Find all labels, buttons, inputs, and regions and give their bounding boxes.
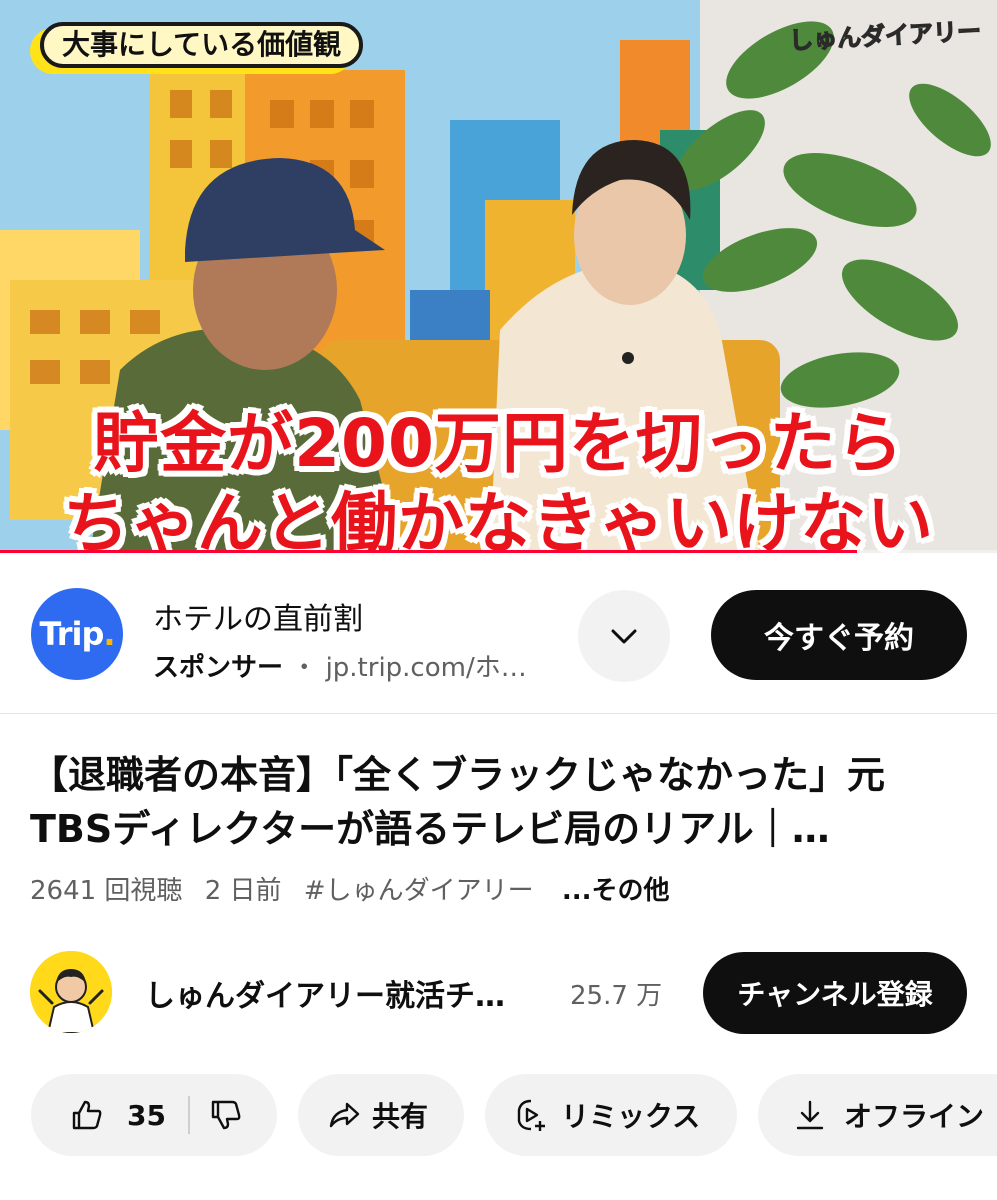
remix-label: リミックス	[561, 1100, 701, 1133]
video-caption-line2: ちゃんと働かなきゃいけない	[63, 485, 934, 553]
subscriber-count: 25.7 万	[570, 981, 663, 1011]
chevron-down-icon	[611, 629, 637, 644]
offline-label: オフライン	[844, 1100, 985, 1133]
topic-tag: 大事にしている価値観	[40, 22, 364, 68]
like-button[interactable]	[67, 1095, 107, 1135]
share-label: 共有	[372, 1100, 429, 1133]
remix-button[interactable]: リミックス	[485, 1074, 737, 1156]
view-count: 2641 回視聴	[30, 876, 183, 906]
advertiser-logo-dot: .	[103, 615, 115, 653]
ad-meta: スポンサー ・ jp.trip.com/ホ…	[153, 647, 527, 684]
thumbs-down-icon	[211, 1100, 241, 1130]
channel-avatar[interactable]	[30, 951, 112, 1033]
channel-name[interactable]: しゅんダイアリー就活チ…	[145, 971, 505, 1015]
channel-avatar-illustration	[30, 951, 112, 1033]
download-button[interactable]: オフライン	[758, 1074, 997, 1156]
like-dislike-chip: 35	[31, 1074, 277, 1156]
book-now-button[interactable]: 今すぐ予約	[711, 590, 967, 680]
video-player[interactable]: 大事にしている価値観 しゅんダイアリー 貯金が200万円を切ったら ちゃんと働か…	[0, 0, 997, 553]
ad-title[interactable]: ホテルの直前割	[153, 594, 363, 638]
upload-age: 2 日前	[204, 876, 282, 906]
like-divider	[187, 1096, 190, 1134]
sponsor-label: スポンサー	[153, 653, 284, 683]
remix-icon	[511, 1095, 551, 1135]
video-title[interactable]: 【退職者の本音】「全くブラックじゃなかった」元 TBSディレクターが語るテレビ局…	[30, 748, 960, 856]
like-count: 35	[127, 1098, 166, 1132]
progress-bar[interactable]	[0, 550, 997, 553]
share-icon	[324, 1095, 364, 1135]
dislike-button[interactable]	[206, 1095, 246, 1135]
video-title-line2: TBSディレクターが語るテレビ局のリアル｜…	[30, 807, 830, 851]
more-link[interactable]: ...その他	[562, 876, 670, 906]
ad-meta-separator: ・	[291, 653, 318, 683]
ad-expand-button[interactable]	[578, 590, 670, 682]
video-title-line1: 【退職者の本音】「全くブラックじゃなかった」元	[30, 753, 886, 797]
progress-fill	[0, 550, 858, 553]
download-icon	[790, 1095, 830, 1135]
advertiser-logo[interactable]: Trip.	[31, 588, 123, 680]
subscribe-button[interactable]: チャンネル登録	[703, 952, 967, 1034]
advertiser-logo-text: Trip	[39, 615, 104, 653]
hashtag-link[interactable]: #しゅんダイアリー	[304, 876, 534, 906]
ad-url: jp.trip.com/ホ…	[325, 653, 527, 683]
thumbs-up-icon	[72, 1100, 102, 1130]
share-button[interactable]: 共有	[298, 1074, 464, 1156]
video-meta[interactable]: 2641 回視聴 2 日前 #しゅんダイアリー ...その他	[30, 870, 683, 907]
